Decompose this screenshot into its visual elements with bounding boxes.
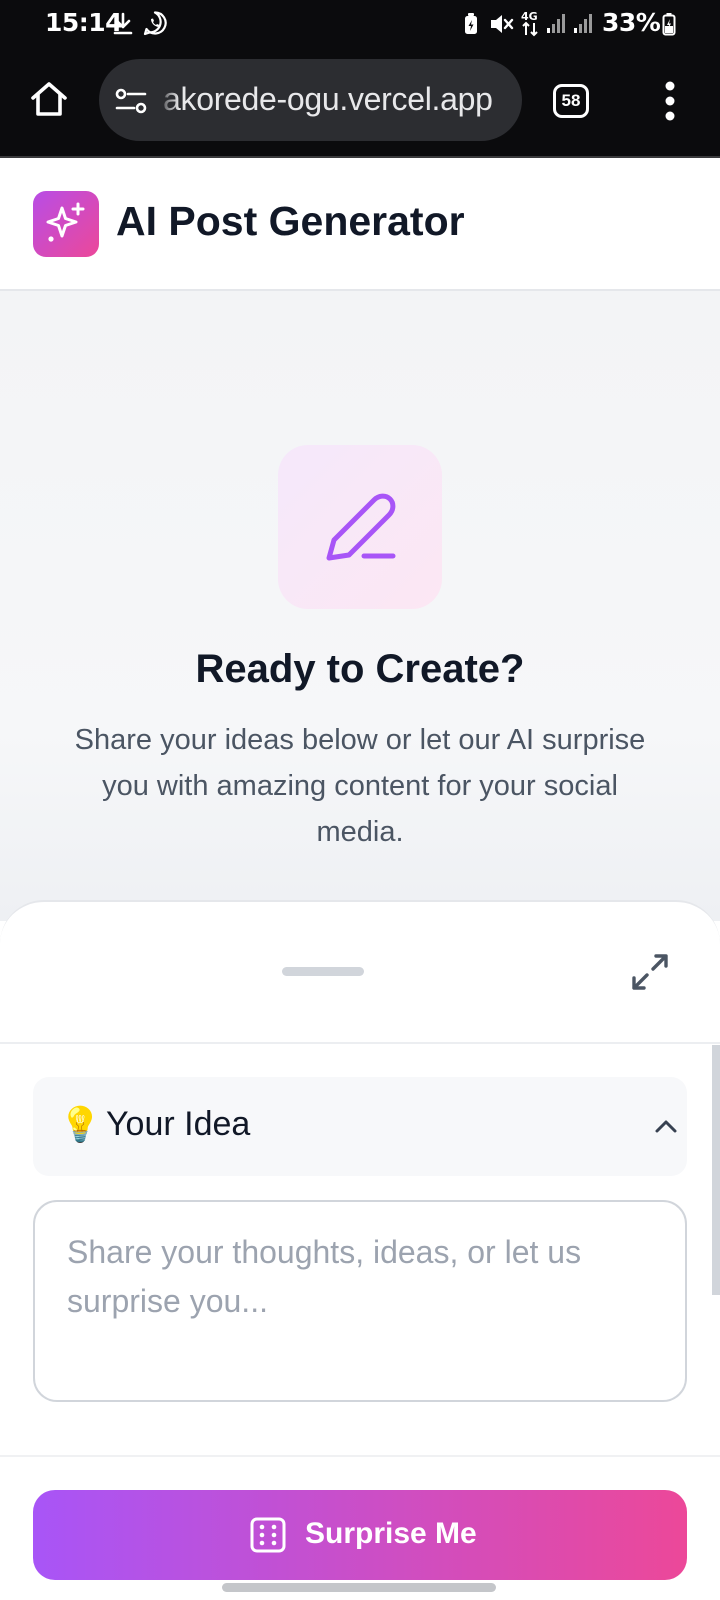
app-title: AI Post Generator	[116, 198, 465, 244]
hero-title: Ready to Create?	[195, 647, 525, 691]
status-time: 15:14	[45, 8, 123, 37]
svg-text:4G: 4G	[521, 10, 538, 23]
sparkles-icon	[46, 202, 85, 242]
battery-icon	[662, 13, 676, 36]
4g-icon: 4G	[521, 10, 538, 37]
chevron-up-icon[interactable]	[653, 1114, 679, 1140]
drag-handle[interactable]	[282, 967, 364, 976]
hero-section: Ready to Create? Share your ideas below …	[0, 291, 720, 921]
scrollbar[interactable]	[712, 1045, 720, 1295]
gesture-bar	[222, 1583, 496, 1592]
battery-percent: 33%	[602, 8, 661, 37]
signal-icon	[574, 14, 592, 33]
footer-bar: Surprise Me	[0, 1455, 720, 1600]
hero-icon-container	[278, 445, 442, 609]
address-bar[interactable]: akorede-ogu.vercel.app	[99, 59, 522, 141]
whatsapp-icon	[143, 11, 167, 36]
idea-section-title: Your Idea	[106, 1105, 251, 1143]
download-icon	[113, 12, 133, 35]
surprise-me-label: Surprise Me	[305, 1517, 477, 1550]
url-fade	[157, 59, 179, 141]
battery-saver-icon	[465, 13, 477, 34]
expand-icon[interactable]	[630, 952, 670, 992]
signal-icon	[547, 14, 565, 33]
app-header: AI Post Generator	[0, 158, 720, 291]
status-bar: 15:14 4G 33%	[0, 0, 720, 46]
site-settings-icon[interactable]	[115, 85, 147, 117]
sheet-divider	[0, 1042, 720, 1044]
home-icon[interactable]	[28, 78, 70, 120]
menu-dots-icon[interactable]	[660, 79, 680, 123]
browser-toolbar: akorede-ogu.vercel.app 58	[0, 46, 720, 158]
lightbulb-icon: 💡	[59, 1105, 102, 1145]
hero-subtitle: Share your ideas below or let our AI sur…	[74, 724, 646, 848]
pen-icon	[326, 493, 396, 561]
app-logo	[33, 191, 99, 257]
mute-icon	[491, 15, 514, 33]
idea-section-toggle[interactable]: 💡 Your Idea	[33, 1077, 687, 1176]
url-text: akorede-ogu.vercel.app	[163, 81, 493, 117]
surprise-me-button[interactable]: Surprise Me	[33, 1490, 687, 1580]
idea-input[interactable]	[33, 1200, 687, 1402]
tab-switcher-button[interactable]: 58	[553, 84, 589, 118]
dice-icon	[250, 1517, 286, 1553]
